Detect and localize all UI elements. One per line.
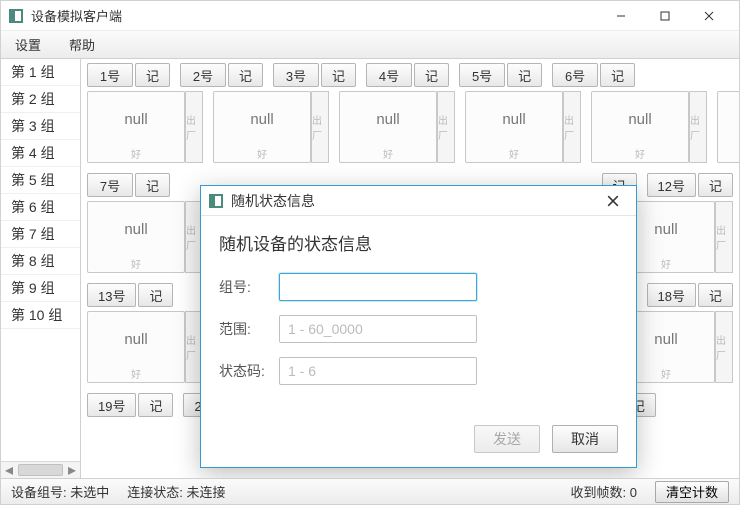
submit-button[interactable]: 发送 [474, 425, 540, 453]
scroll-right-icon[interactable]: ▸ [64, 463, 80, 478]
titlebar: 设备模拟客户端 [1, 1, 739, 31]
status-frames-label: 收到帧数: [571, 485, 627, 500]
record-button[interactable]: 记 [135, 63, 170, 87]
dialog-title: 随机状态信息 [231, 191, 598, 211]
record-button[interactable]: 记 [600, 63, 635, 87]
record-button[interactable]: 记 [698, 173, 733, 197]
group-item[interactable]: 第 10 组 [1, 302, 80, 329]
device-button[interactable]: 5号 [459, 63, 505, 87]
group-item[interactable]: 第 7 组 [1, 221, 80, 248]
device-button[interactable]: 7号 [87, 173, 133, 197]
record-button[interactable]: 记 [507, 63, 542, 87]
device-button[interactable]: 18号 [647, 283, 696, 307]
group-item[interactable]: 第 8 组 [1, 248, 80, 275]
window-title: 设备模拟客户端 [31, 6, 599, 25]
group-item[interactable]: 第 5 组 [1, 167, 80, 194]
dialog-titlebar: 随机状态信息 [201, 186, 636, 216]
scroll-left-icon[interactable]: ◂ [1, 463, 17, 478]
status-conn-value: 未连接 [187, 485, 226, 500]
cancel-button[interactable]: 取消 [552, 425, 618, 453]
main-window: 设备模拟客户端 设置 帮助 第 1 组 第 2 组 第 3 组 第 4 组 第 … [0, 0, 740, 505]
device-button[interactable]: 1号 [87, 63, 133, 87]
range-label: 范围: [219, 319, 279, 339]
maximize-button[interactable] [643, 1, 687, 31]
device-button[interactable]: 4号 [366, 63, 412, 87]
device-card[interactable]: null好 [465, 91, 563, 163]
random-status-dialog: 随机状态信息 随机设备的状态信息 组号: 范围: [200, 185, 637, 468]
menubar: 设置 帮助 [1, 31, 739, 59]
device-card[interactable]: null好 [213, 91, 311, 163]
group-item[interactable]: 第 1 组 [1, 59, 80, 86]
record-button[interactable]: 记 [135, 173, 170, 197]
group-item[interactable]: 第 4 组 [1, 140, 80, 167]
factory-icon: 出厂 [689, 91, 707, 163]
record-button[interactable]: 记 [414, 63, 449, 87]
device-button[interactable]: 2号 [180, 63, 226, 87]
status-conn-label: 连接状态: [127, 485, 183, 500]
app-icon [9, 9, 23, 23]
app-icon [209, 194, 223, 208]
statusbar: 设备组号: 未选中 连接状态: 未连接 收到帧数: 0 清空计数 [1, 478, 739, 504]
menu-settings[interactable]: 设置 [1, 31, 55, 58]
factory-icon: 出厂 [185, 91, 203, 163]
menu-help[interactable]: 帮助 [55, 31, 109, 58]
close-button[interactable] [687, 1, 731, 31]
group-item[interactable]: 第 2 组 [1, 86, 80, 113]
record-button[interactable]: 记 [228, 63, 263, 87]
device-card[interactable]: null好 [87, 311, 185, 383]
group-item[interactable]: 第 3 组 [1, 113, 80, 140]
device-button[interactable]: 12号 [647, 173, 696, 197]
factory-icon: 出厂 [715, 201, 733, 273]
sidebar-scrollbar[interactable]: ◂ ▸ [1, 461, 80, 478]
factory-icon: 出厂 [437, 91, 455, 163]
status-group-label: 设备组号: [11, 485, 67, 500]
dialog-close-button[interactable] [598, 189, 628, 213]
device-button[interactable]: 13号 [87, 283, 136, 307]
group-label: 组号: [219, 277, 279, 297]
factory-icon: 出厂 [715, 311, 733, 383]
status-group-value: 未选中 [70, 485, 109, 500]
device-grid: 1号记 2号记 3号记 4号记 5号记 6号记 null好出厂 null好出厂 … [81, 59, 739, 478]
device-button[interactable]: 19号 [87, 393, 136, 417]
sidebar: 第 1 组 第 2 组 第 3 组 第 4 组 第 5 组 第 6 组 第 7 … [1, 59, 81, 478]
device-card[interactable]: null好 [87, 91, 185, 163]
record-button[interactable]: 记 [138, 393, 173, 417]
record-button[interactable]: 记 [321, 63, 356, 87]
range-input[interactable] [279, 315, 477, 343]
dialog-heading: 随机设备的状态信息 [219, 230, 618, 255]
device-card[interactable]: null好 [717, 91, 739, 163]
status-frames-value: 0 [630, 485, 637, 500]
status-code-input[interactable] [279, 357, 477, 385]
device-button[interactable]: 3号 [273, 63, 319, 87]
factory-icon: 出厂 [311, 91, 329, 163]
status-label: 状态码: [219, 361, 279, 381]
record-button[interactable]: 记 [138, 283, 173, 307]
device-button[interactable]: 6号 [552, 63, 598, 87]
minimize-button[interactable] [599, 1, 643, 31]
group-item[interactable]: 第 6 组 [1, 194, 80, 221]
record-button[interactable]: 记 [698, 283, 733, 307]
group-item[interactable]: 第 9 组 [1, 275, 80, 302]
group-input[interactable] [279, 273, 477, 301]
device-card[interactable]: null好 [87, 201, 185, 273]
clear-count-button[interactable]: 清空计数 [655, 481, 729, 503]
factory-icon: 出厂 [563, 91, 581, 163]
device-card[interactable]: null好 [591, 91, 689, 163]
device-card[interactable]: null好 [339, 91, 437, 163]
